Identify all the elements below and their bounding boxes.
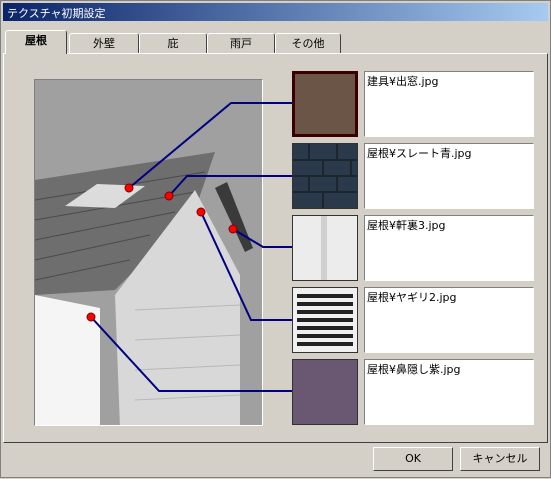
swatch-vent[interactable]: [292, 287, 358, 353]
marker-soffit: [228, 224, 238, 234]
texture-file-vent[interactable]: 屋根¥ヤギリ2.jpg: [364, 287, 534, 353]
texture-file-window[interactable]: 建具¥出窓.jpg: [364, 71, 534, 137]
texture-file-fascia[interactable]: 屋根¥鼻隠し紫.jpg: [364, 359, 534, 425]
tab-roof[interactable]: 屋根: [5, 30, 67, 54]
marker-vent: [196, 207, 206, 217]
marker-fascia: [86, 312, 96, 322]
swatch-slate[interactable]: [292, 143, 358, 209]
swatch-soffit[interactable]: [292, 215, 358, 281]
swatch-fascia[interactable]: [292, 359, 358, 425]
texture-settings-dialog: テクスチャ初期設定 屋根 外壁 庇 雨戸 その他 建具¥出窓.jpg 屋根¥スレ…: [0, 0, 551, 478]
marker-window: [124, 183, 134, 193]
marker-roof: [164, 191, 174, 201]
cancel-button[interactable]: キャンセル: [460, 447, 540, 471]
texture-file-soffit[interactable]: 屋根¥軒裏3.jpg: [364, 215, 534, 281]
swatch-window[interactable]: [292, 71, 358, 137]
ok-button[interactable]: OK: [373, 447, 453, 471]
texture-file-slate[interactable]: 屋根¥スレート青.jpg: [364, 143, 534, 209]
